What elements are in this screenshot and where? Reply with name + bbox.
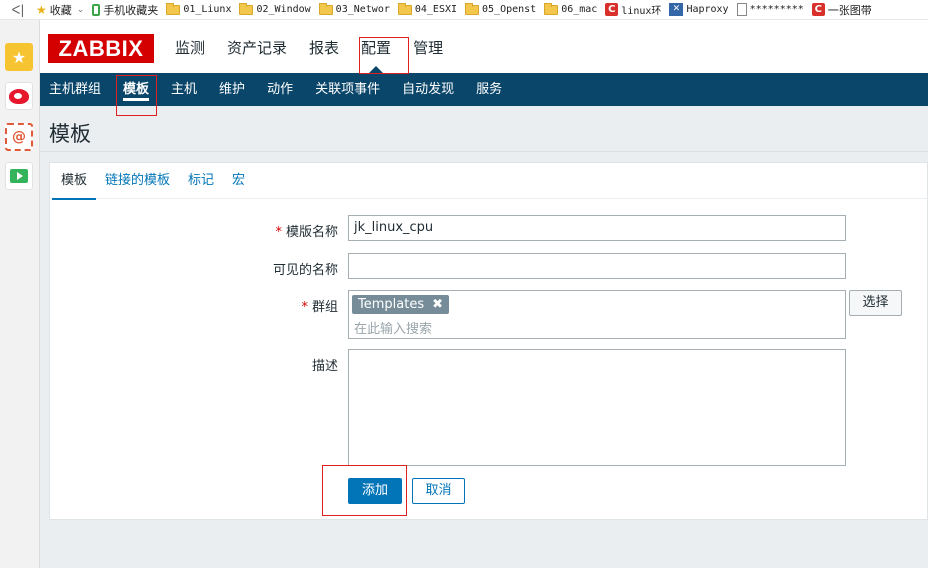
favorites-star-icon[interactable]: ★	[5, 43, 33, 71]
subnav-templates[interactable]: 模板	[123, 73, 150, 106]
bookmark-favorites[interactable]: ★ 收藏 ⌄	[36, 2, 84, 18]
folder-icon	[318, 2, 333, 15]
weibo-logo-icon	[9, 88, 29, 104]
bookmarks-bar: ᐸ| ★ 收藏 ⌄ 手机收藏夹 01_Liunx 02_Window 03_Ne…	[0, 0, 928, 20]
folder-icon	[166, 2, 181, 15]
visible-name-input[interactable]	[348, 253, 846, 279]
sub-navigation: 主机群组 模板 主机 维护 动作 关联项事件 自动发现 服务	[40, 73, 928, 106]
bookmark-folder-openstack[interactable]: 05_Openst	[465, 2, 537, 15]
bookmark-mobile[interactable]: 手机收藏夹	[92, 2, 158, 18]
bookmark-label: 05_Openst	[482, 4, 537, 15]
folder-icon	[544, 2, 559, 15]
tab-template[interactable]: 模板	[52, 163, 97, 200]
browser-sidebar: ★ @	[0, 20, 40, 568]
description-textarea[interactable]	[348, 349, 846, 466]
menu-monitoring[interactable]: 监测	[168, 20, 212, 73]
video-icon[interactable]	[5, 162, 33, 190]
subnav-discovery[interactable]: 自动发现	[402, 73, 454, 106]
bookmark-label: 收藏	[49, 3, 72, 17]
required-mark: *	[275, 225, 282, 240]
zabbix-app: ZABBIX 监测 资产记录 报表 配置 管理 主机群组 模板 主机 维护 动作…	[40, 20, 928, 568]
folder-icon	[465, 2, 480, 15]
back-icon[interactable]: ᐸ|	[0, 3, 36, 17]
tab-macros[interactable]: 宏	[223, 163, 254, 199]
required-mark: *	[301, 300, 308, 315]
bookmark-folder-mac[interactable]: 06_mac	[544, 2, 598, 15]
c-logo-icon: C	[811, 3, 825, 16]
tab-tags[interactable]: 标记	[179, 163, 223, 199]
subnav-event-correlation[interactable]: 关联项事件	[315, 73, 380, 106]
bookmark-masked[interactable]: *********	[736, 3, 804, 16]
bookmark-label: 手机收藏夹	[103, 3, 159, 17]
bookmark-label: 04_ESXI	[414, 4, 458, 15]
visible-name-label: 可见的名称	[272, 263, 338, 278]
subnav-maintenance[interactable]: 维护	[219, 73, 245, 106]
template-form-panel: 模板 链接的模板 标记 宏 * 模版名称 jk_linux_cpu 可见的名称 *…	[49, 162, 928, 520]
bookmark-label: linux环	[621, 6, 662, 17]
add-button[interactable]: 添加	[348, 478, 402, 504]
bookmark-folder-window[interactable]: 02_Window	[239, 2, 311, 15]
menu-configuration[interactable]: 配置	[354, 20, 398, 73]
bookmark-label: 一张图带	[827, 3, 872, 17]
folder-icon	[239, 2, 254, 15]
cancel-button[interactable]: 取消	[412, 478, 465, 504]
bookmark-label: 06_mac	[561, 4, 598, 15]
select-button[interactable]: 选择	[849, 290, 902, 316]
bookmark-linux-env[interactable]: C linux环	[605, 2, 661, 17]
menu-inventory[interactable]: 资产记录	[220, 20, 294, 73]
subnav-hosts[interactable]: 主机	[171, 73, 197, 106]
remove-icon[interactable]: ✖	[432, 297, 443, 312]
bookmark-folder-network[interactable]: 03_Networ	[318, 2, 390, 15]
subnav-actions[interactable]: 动作	[267, 73, 293, 106]
description-label: 描述	[311, 359, 338, 374]
group-chip-templates: Templates ✖	[352, 295, 449, 314]
top-header: ZABBIX 监测 资产记录 报表 配置 管理	[40, 20, 928, 73]
template-name-label-text: 模版名称	[285, 225, 338, 240]
tab-linked-templates[interactable]: 链接的模板	[96, 163, 179, 199]
menu-administration[interactable]: 管理	[406, 20, 450, 73]
bookmark-label: 03_Networ	[335, 4, 390, 15]
weibo-icon[interactable]	[5, 82, 33, 110]
bookmark-diagram[interactable]: C 一张图带	[811, 2, 872, 18]
haproxy-icon: ✕	[669, 3, 684, 16]
bookmark-label: *********	[749, 4, 804, 15]
star-icon: ★	[36, 2, 47, 17]
form-tabs: 模板 链接的模板 标记 宏	[50, 163, 928, 200]
subnav-host-groups[interactable]: 主机群组	[49, 73, 101, 106]
bookmark-label: 02_Window	[256, 4, 311, 15]
subnav-services[interactable]: 服务	[476, 73, 502, 106]
groups-search-placeholder[interactable]: 在此输入搜索	[354, 318, 432, 337]
bookmark-folder-linux[interactable]: 01_Liunx	[166, 2, 232, 15]
zabbix-logo[interactable]: ZABBIX	[48, 34, 154, 63]
mail-icon[interactable]: @	[5, 123, 33, 151]
main-menu: 监测 资产记录 报表 配置 管理	[168, 20, 458, 73]
groups-label: * 群组	[138, 296, 338, 315]
c-logo-icon: C	[605, 3, 619, 16]
bookmark-folder-esxi[interactable]: 04_ESXI	[397, 2, 458, 15]
groups-multiselect[interactable]: Templates ✖ 在此输入搜索	[348, 290, 846, 339]
bookmark-label: Haproxy	[686, 4, 729, 15]
phone-icon	[92, 3, 101, 16]
groups-label-text: 群组	[311, 300, 338, 315]
folder-icon	[397, 2, 412, 15]
bookmark-label: 01_Liunx	[183, 4, 232, 15]
page-title: 模板	[49, 122, 91, 146]
group-chip-label: Templates	[358, 297, 425, 312]
play-icon	[10, 169, 28, 183]
title-divider	[40, 151, 928, 152]
template-name-input[interactable]: jk_linux_cpu	[348, 215, 846, 241]
chevron-down-icon[interactable]: ⌄	[77, 5, 85, 15]
menu-reports[interactable]: 报表	[302, 20, 346, 73]
document-icon	[736, 3, 747, 16]
bookmark-haproxy[interactable]: ✕ Haproxy	[669, 3, 729, 16]
template-name-label: * 模版名称	[138, 221, 338, 240]
